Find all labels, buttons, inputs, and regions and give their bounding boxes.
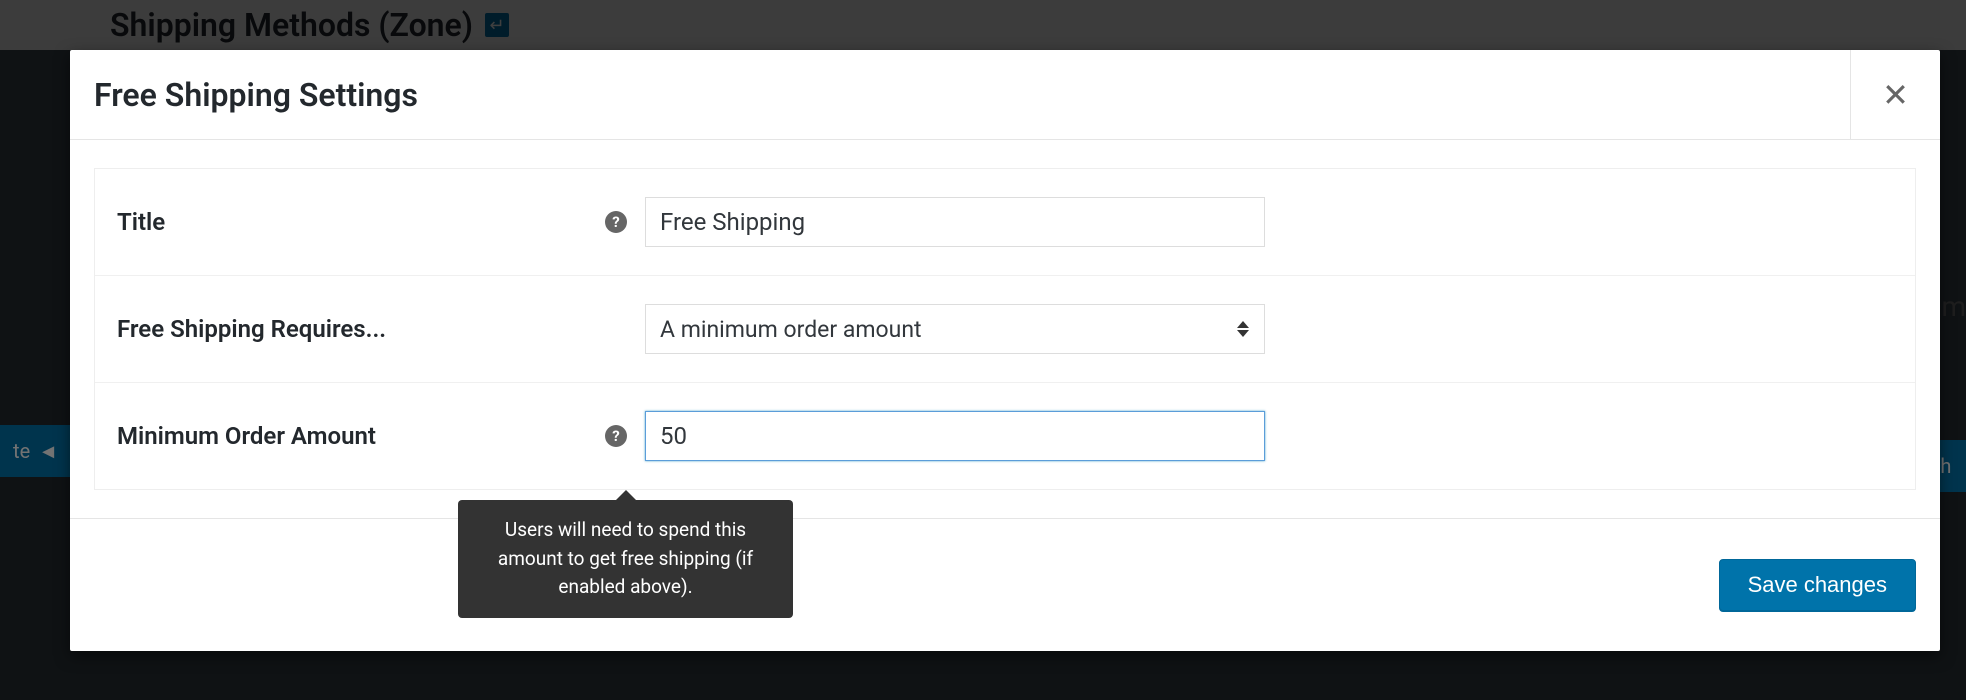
form-label-cell: Title ? — [117, 208, 645, 236]
close-icon: ✕ — [1882, 76, 1909, 114]
form-row-min-amount: Minimum Order Amount ? — [95, 383, 1915, 489]
modal-header: Free Shipping Settings ✕ — [70, 50, 1940, 140]
form-input-cell: A minimum order amount — [645, 304, 1265, 354]
requires-select[interactable]: A minimum order amount — [645, 304, 1265, 354]
modal-body: Title ? Free Shipping Requires... A mini… — [70, 140, 1940, 490]
save-button[interactable]: Save changes — [1719, 559, 1916, 611]
form-input-cell — [645, 197, 1265, 247]
title-input[interactable] — [645, 197, 1265, 247]
form-row-title: Title ? — [95, 169, 1915, 276]
help-icon[interactable]: ? — [605, 425, 627, 447]
form-input-cell — [645, 411, 1265, 461]
modal-title: Free Shipping Settings — [94, 76, 418, 114]
form-table: Title ? Free Shipping Requires... A mini… — [94, 168, 1916, 490]
form-row-requires: Free Shipping Requires... A minimum orde… — [95, 276, 1915, 383]
title-label: Title — [117, 208, 165, 236]
form-label-cell: Minimum Order Amount ? — [117, 422, 645, 450]
requires-label: Free Shipping Requires... — [117, 315, 386, 343]
help-icon[interactable]: ? — [605, 211, 627, 233]
close-button[interactable]: ✕ — [1850, 50, 1940, 140]
min-amount-label: Minimum Order Amount — [117, 422, 376, 450]
form-label-cell: Free Shipping Requires... — [117, 315, 645, 343]
min-amount-input[interactable] — [645, 411, 1265, 461]
requires-select-wrap: A minimum order amount — [645, 304, 1265, 354]
settings-modal: Free Shipping Settings ✕ Title ? Free Sh… — [70, 50, 1940, 651]
help-tooltip: Users will need to spend this amount to … — [458, 500, 793, 618]
modal-footer: Save changes — [70, 518, 1940, 651]
